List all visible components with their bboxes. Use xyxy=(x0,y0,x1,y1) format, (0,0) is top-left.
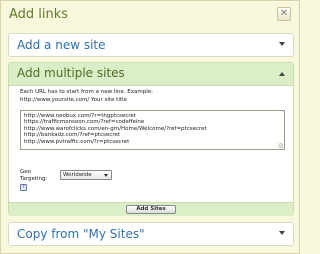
panel-footer: Add Sites xyxy=(9,202,293,216)
help-icon: ? xyxy=(22,184,25,190)
section-add-new-site[interactable]: Add a new site xyxy=(8,33,294,57)
chevron-down-icon xyxy=(279,42,285,46)
help-button[interactable]: ? xyxy=(20,184,27,191)
close-icon: ✕ xyxy=(279,8,289,19)
resize-grip-icon[interactable] xyxy=(278,143,283,148)
section-copy-from-my-sites[interactable]: Copy from "My Sites" xyxy=(8,222,294,246)
section-label: Add multiple sites xyxy=(17,66,125,80)
chevron-up-icon xyxy=(279,72,285,76)
instructions-text: Each URL has to start from a new line. E… xyxy=(20,88,285,104)
instructions-line: Each URL has to start from a new line. E… xyxy=(20,89,153,95)
close-button[interactable]: ✕ xyxy=(277,7,291,21)
geo-selected-value: Worldwide xyxy=(63,172,92,178)
geo-targeting-label: Geo Targeting: xyxy=(20,169,48,182)
geo-targeting-select[interactable]: Worldwide xyxy=(60,170,112,180)
section-header-add-multiple[interactable]: Add multiple sites xyxy=(9,63,293,86)
add-sites-button[interactable]: Add Sites xyxy=(126,205,176,214)
section-add-multiple-sites: Add multiple sites Each URL has to start… xyxy=(8,62,294,216)
section-label: Copy from "My Sites" xyxy=(17,227,145,241)
add-links-dialog: Add links ✕ Add a new site Add multiple … xyxy=(0,0,300,254)
url-line: http://www.pvtraffic.com/?r=ptcsecret xyxy=(24,138,130,145)
dialog-title: Add links xyxy=(9,7,69,22)
instructions-line: http://www.yoursite.com/ Your site title xyxy=(20,97,127,103)
dropdown-caret-icon xyxy=(104,174,108,177)
chevron-down-icon xyxy=(279,231,285,235)
section-label: Add a new site xyxy=(17,38,106,52)
urls-textarea[interactable]: http://www.neobux.com/?r=thgptcsecret ht… xyxy=(20,110,285,150)
